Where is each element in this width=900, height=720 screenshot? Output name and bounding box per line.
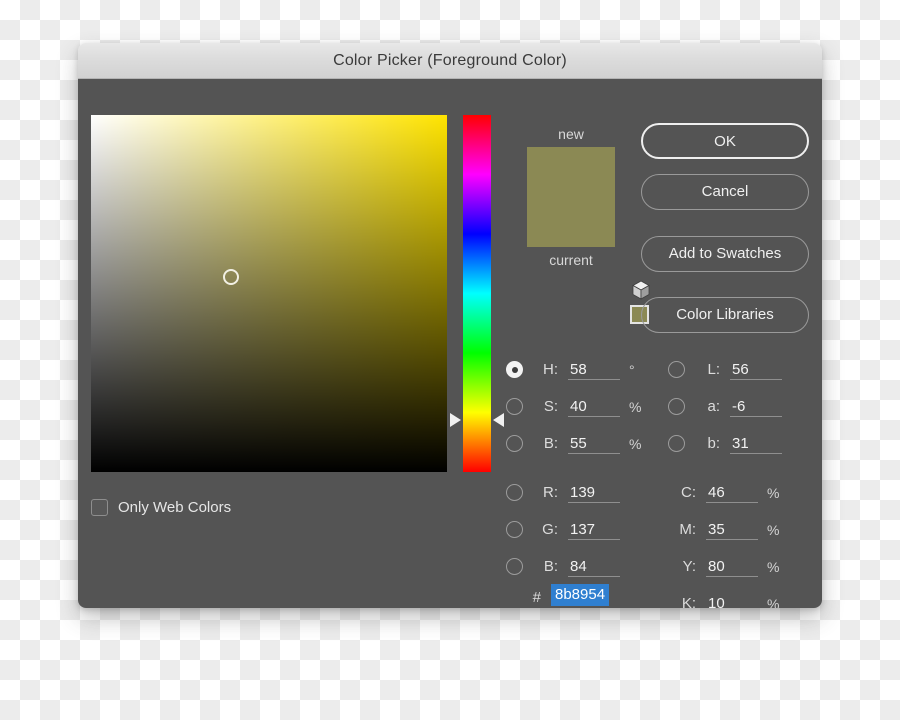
only-web-colors-checkbox[interactable]: Only Web Colors xyxy=(91,499,231,516)
hue-slider[interactable] xyxy=(450,115,504,472)
label-hue: H: xyxy=(543,361,558,378)
color-picker-dialog: Color Picker (Foreground Color) Only Web… xyxy=(78,43,822,608)
field-row-magenta: M: 35% xyxy=(668,511,781,548)
input-b-axis[interactable]: 31 xyxy=(730,434,782,454)
current-color-swatch[interactable] xyxy=(527,197,615,247)
lab-fields: L: 56 a: -6 b: 31 xyxy=(668,351,805,462)
input-blue[interactable]: 84 xyxy=(568,557,620,577)
input-cyan[interactable]: 46 xyxy=(706,483,758,503)
input-lightness[interactable]: 56 xyxy=(730,360,782,380)
unit-yellow: % xyxy=(767,558,780,575)
dialog-body: Only Web Colors new current OK Cancel Ad… xyxy=(78,79,822,608)
input-a-axis[interactable]: -6 xyxy=(730,397,782,417)
field-row-a-axis: a: -6 xyxy=(668,388,805,425)
radio-green[interactable] xyxy=(506,521,523,538)
unit-saturation: % xyxy=(629,398,642,415)
radio-b-axis[interactable] xyxy=(668,435,685,452)
label-lightness: L: xyxy=(707,361,720,378)
label-brightness: B: xyxy=(543,435,558,452)
unit-black: % xyxy=(767,595,780,609)
hsb-fields: H: 58 ° S: 40% B: 55% xyxy=(506,351,643,462)
ok-button[interactable]: OK xyxy=(641,123,809,159)
radio-hue[interactable] xyxy=(506,361,523,378)
hex-hash-label: # xyxy=(532,588,541,606)
sv-black-gradient xyxy=(91,115,447,472)
hue-spectrum[interactable] xyxy=(463,115,491,472)
radio-saturation[interactable] xyxy=(506,398,523,415)
field-row-cyan: C: 46% xyxy=(668,474,781,511)
field-row-brightness: B: 55% xyxy=(506,425,643,462)
radio-red[interactable] xyxy=(506,484,523,501)
field-row-lightness: L: 56 xyxy=(668,351,805,388)
field-row-saturation: S: 40% xyxy=(506,388,643,425)
label-a-axis: a: xyxy=(707,398,720,415)
hex-value[interactable]: 8b8954 xyxy=(551,584,610,606)
label-saturation: S: xyxy=(543,398,558,415)
radio-lightness[interactable] xyxy=(668,361,685,378)
only-web-colors-label: Only Web Colors xyxy=(118,499,232,516)
label-yellow: Y: xyxy=(682,558,696,575)
label-black: K: xyxy=(681,595,696,608)
new-color-swatch[interactable] xyxy=(527,147,615,197)
unit-hue: ° xyxy=(629,361,635,378)
label-red: R: xyxy=(543,484,558,501)
sv-cursor-ring[interactable] xyxy=(223,269,239,285)
input-magenta[interactable]: 35 xyxy=(706,520,758,540)
input-black[interactable]: 10 xyxy=(706,594,758,609)
field-row-b-axis: b: 31 xyxy=(668,425,805,462)
label-cyan: C: xyxy=(681,484,696,501)
field-row-hue: H: 58 ° xyxy=(506,351,643,388)
input-green[interactable]: 137 xyxy=(568,520,620,540)
checkbox-box[interactable] xyxy=(91,499,108,516)
cmyk-fields: C: 46% M: 35% Y: 80% K: 10% xyxy=(668,474,781,609)
label-b-axis: b: xyxy=(707,435,720,452)
color-preview: new current xyxy=(506,124,650,324)
new-color-label: new xyxy=(558,126,584,142)
input-hue[interactable]: 58 xyxy=(568,360,620,380)
color-libraries-button[interactable]: Color Libraries xyxy=(641,297,809,333)
cancel-button[interactable]: Cancel xyxy=(641,174,809,210)
input-yellow[interactable]: 80 xyxy=(706,557,758,577)
input-red[interactable]: 139 xyxy=(568,483,620,503)
dialog-buttons: OK Cancel Add to Swatches Color Librarie… xyxy=(641,123,809,333)
radio-brightness[interactable] xyxy=(506,435,523,452)
dialog-titlebar: Color Picker (Foreground Color) xyxy=(78,43,822,79)
unit-magenta: % xyxy=(767,521,780,538)
unit-cyan: % xyxy=(767,484,780,501)
unit-brightness: % xyxy=(629,435,642,452)
add-to-swatches-button[interactable]: Add to Swatches xyxy=(641,236,809,272)
hue-marker-right-icon[interactable] xyxy=(493,413,504,427)
saturation-brightness-field[interactable] xyxy=(91,115,447,472)
field-row-black: K: 10% xyxy=(668,585,781,609)
radio-a-axis[interactable] xyxy=(668,398,685,415)
hex-color-row[interactable]: # 8b8954 xyxy=(506,584,655,608)
label-green: G: xyxy=(542,521,558,538)
preview-swatch-stack[interactable] xyxy=(527,147,615,247)
label-magenta: M: xyxy=(679,521,696,538)
hex-input[interactable]: 8b8954 xyxy=(551,584,655,608)
radio-blue[interactable] xyxy=(506,558,523,575)
label-blue: B: xyxy=(543,558,558,575)
field-row-red: R: 139 xyxy=(506,474,643,511)
dialog-title: Color Picker (Foreground Color) xyxy=(333,51,567,69)
input-saturation[interactable]: 40 xyxy=(568,397,620,417)
hue-marker-left-icon[interactable] xyxy=(450,413,461,427)
input-brightness[interactable]: 55 xyxy=(568,434,620,454)
rgb-fields: R: 139 G: 137 B: 84 xyxy=(506,474,643,585)
field-row-green: G: 137 xyxy=(506,511,643,548)
field-row-yellow: Y: 80% xyxy=(668,548,781,585)
current-color-label: current xyxy=(549,252,593,268)
field-row-blue: B: 84 xyxy=(506,548,643,585)
